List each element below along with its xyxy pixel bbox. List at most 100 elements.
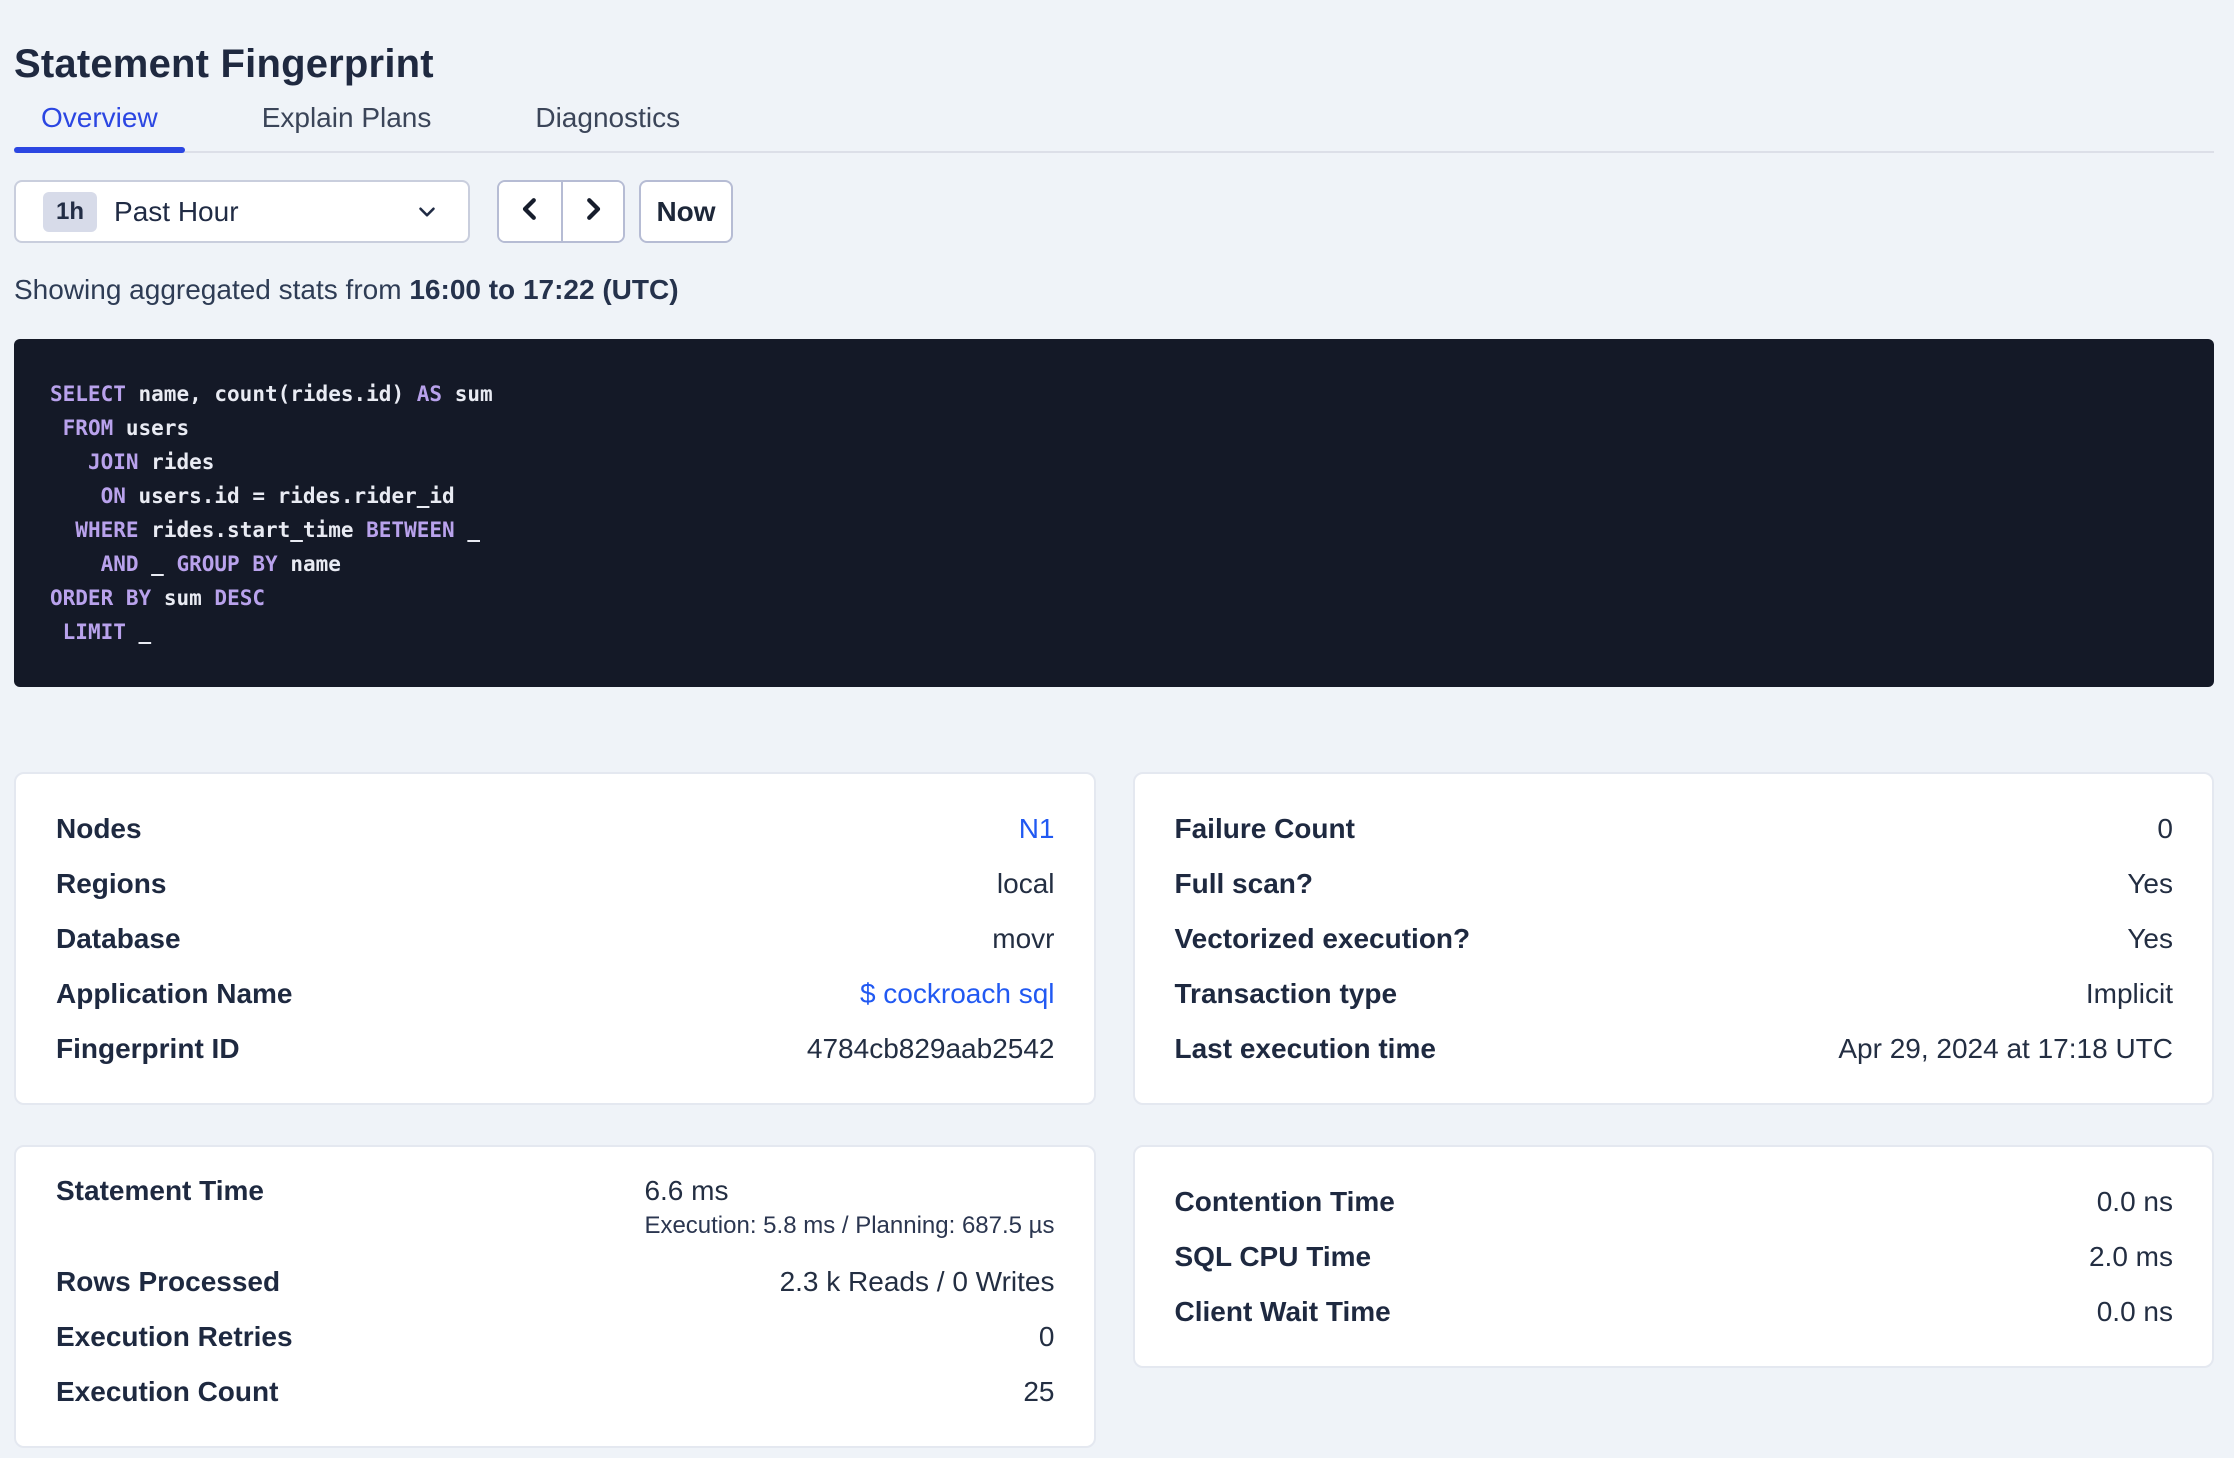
stat-label: Contention Time: [1174, 1185, 1395, 1217]
stats-line-range: 16:00 to 17:22 (UTC): [409, 274, 679, 305]
stat-value: 0: [1038, 1320, 1055, 1352]
stats-line-prefix: Showing aggregated stats from: [14, 274, 410, 305]
stat-row: Contention Time 0.0 ns: [1175, 1174, 2174, 1229]
statement-timing-card: Statement Time 6.6 ms Execution: 5.8 ms …: [14, 1145, 1096, 1448]
next-time-button[interactable]: [561, 182, 623, 241]
stat-row: Statement Time 6.6 ms Execution: 5.8 ms …: [56, 1174, 1055, 1254]
stat-label: Application Name: [56, 977, 293, 1009]
stat-row: Nodes N1: [56, 801, 1055, 856]
stat-label: Rows Processed: [56, 1265, 281, 1297]
stat-value-wrap: 0.0 ns: [2097, 1295, 2173, 1329]
stat-row: Execution Count 25: [56, 1364, 1055, 1419]
stat-value: Yes: [2127, 867, 2173, 899]
stat-label: Regions: [56, 867, 167, 899]
stat-value-wrap: movr: [992, 922, 1054, 956]
time-range-label: Past Hour: [114, 195, 239, 227]
time-step-buttons: [497, 180, 625, 243]
stat-label: SQL CPU Time: [1174, 1240, 1372, 1272]
stat-label: Nodes: [56, 812, 142, 844]
now-button[interactable]: Now: [639, 180, 733, 243]
time-interval-badge: 1h: [43, 191, 98, 232]
previous-time-button[interactable]: [499, 182, 561, 241]
stat-value: 0.0 ns: [2096, 1185, 2173, 1217]
tab-label: Overview: [41, 102, 158, 133]
sql-statement-box: SELECT name, count(rides.id) AS sum FROM…: [14, 339, 2214, 687]
tab-explain-plans[interactable]: Explain Plans: [235, 103, 459, 151]
sql-line: WHERE rides.start_time BETWEEN _: [75, 518, 480, 542]
stat-row: Full scan? Yes: [1175, 856, 2174, 911]
stat-row: Database movr: [56, 911, 1055, 966]
stat-row: Vectorized execution? Yes: [1175, 911, 2174, 966]
stat-label: Transaction type: [1174, 977, 1398, 1009]
stat-value-wrap: Apr 29, 2024 at 17:18 UTC: [1838, 1032, 2173, 1066]
tab-diagnostics[interactable]: Diagnostics: [508, 103, 707, 151]
time-controls: 1h Past Hour Now: [14, 180, 2214, 243]
stat-label: Client Wait Time: [1174, 1295, 1391, 1327]
stat-value-wrap: 6.6 ms Execution: 5.8 ms / Planning: 687…: [644, 1174, 1054, 1240]
stat-value-wrap: 25: [1023, 1375, 1054, 1409]
execution-attributes-card: Failure Count 0 Full scan? Yes Vectorize…: [1132, 772, 2214, 1105]
aggregated-stats-line: Showing aggregated stats from 16:00 to 1…: [14, 276, 2214, 304]
stat-value: Implicit: [2085, 977, 2173, 1009]
stat-value: 0.0 ns: [2096, 1295, 2173, 1327]
stat-value-wrap: 0: [2157, 812, 2173, 846]
stat-value: 0: [2157, 812, 2173, 844]
stat-label: Statement Time: [56, 1175, 264, 1206]
stat-value-wrap: 0: [1039, 1320, 1055, 1354]
sql-line: ORDER BY sum DESC: [50, 586, 265, 610]
stat-label: Database: [56, 922, 181, 954]
page-title: Statement Fingerprint: [14, 42, 434, 86]
stat-value: 25: [1023, 1375, 1055, 1407]
stat-value-wrap: local: [997, 867, 1055, 901]
stat-value: Apr 29, 2024 at 17:18 UTC: [1838, 1032, 2173, 1064]
stat-label: Execution Count: [56, 1375, 279, 1407]
stat-row: Application Name $ cockroach sql: [56, 966, 1055, 1021]
stat-value: 2.3 k Reads / 0 Writes: [779, 1265, 1055, 1297]
stat-label: Full scan?: [1174, 867, 1313, 899]
stat-value: movr: [992, 922, 1055, 954]
stat-value-wrap: Yes: [2127, 922, 2173, 956]
stat-row: Execution Retries 0: [56, 1309, 1055, 1364]
stat-row: SQL CPU Time 2.0 ms: [1175, 1229, 2174, 1284]
stat-value: 6.6 ms: [644, 1175, 729, 1206]
chevron-right-icon: [578, 194, 608, 229]
chevron-left-icon: [515, 194, 545, 229]
stat-value-wrap: N1: [1019, 812, 1055, 846]
stat-label: Fingerprint ID: [56, 1032, 240, 1064]
stat-row: Fingerprint ID 4784cb829aab2542: [56, 1021, 1055, 1076]
stat-value-wrap: 4784cb829aab2542: [807, 1032, 1055, 1066]
time-range-dropdown[interactable]: 1h Past Hour: [14, 180, 470, 243]
stat-value-wrap: 2.3 k Reads / 0 Writes: [780, 1265, 1055, 1299]
stat-value-wrap: $ cockroach sql: [860, 977, 1055, 1011]
tab-label: Explain Plans: [261, 102, 432, 133]
stat-value: 2.0 ms: [2088, 1240, 2173, 1272]
tab-bar: Overview Explain Plans Diagnostics: [14, 103, 2214, 153]
stat-value-wrap: Yes: [2127, 867, 2173, 901]
stat-value-wrap: 0.0 ns: [2097, 1185, 2173, 1219]
stat-label: Execution Retries: [56, 1320, 293, 1352]
sql-line: FROM users: [62, 416, 190, 440]
timing-cards-row: Statement Time 6.6 ms Execution: 5.8 ms …: [14, 1145, 2214, 1448]
stat-value: local: [996, 867, 1055, 899]
stat-row: Regions local: [56, 856, 1055, 911]
stat-value[interactable]: N1: [1019, 813, 1055, 844]
stat-row: Client Wait Time 0.0 ns: [1175, 1284, 2174, 1339]
stat-value: Yes: [2127, 922, 2173, 954]
stat-value-wrap: Implicit: [2086, 977, 2173, 1011]
wait-timing-card: Contention Time 0.0 ns SQL CPU Time 2.0 …: [1132, 1145, 2214, 1368]
stat-label: Failure Count: [1174, 812, 1355, 844]
tab-overview[interactable]: Overview: [14, 102, 185, 153]
stat-value-wrap: 2.0 ms: [2089, 1240, 2173, 1274]
sql-line: ON users.id = rides.rider_id: [100, 484, 455, 508]
stat-value: 4784cb829aab2542: [806, 1032, 1055, 1064]
now-button-label: Now: [656, 195, 716, 227]
stat-label: Vectorized execution?: [1174, 922, 1471, 954]
sql-line: AND _ GROUP BY name: [100, 552, 341, 576]
sql-line: LIMIT _: [62, 620, 152, 644]
chevron-down-icon: [414, 199, 440, 225]
stat-row: Last execution time Apr 29, 2024 at 17:1…: [1175, 1021, 2174, 1076]
sql-line: SELECT name, count(rides.id) AS sum: [50, 382, 493, 406]
stat-label: Last execution time: [1174, 1032, 1436, 1064]
stat-value[interactable]: $ cockroach sql: [860, 978, 1055, 1009]
statement-fingerprint-page: Statement Fingerprint Overview Explain P…: [0, 0, 2234, 1448]
